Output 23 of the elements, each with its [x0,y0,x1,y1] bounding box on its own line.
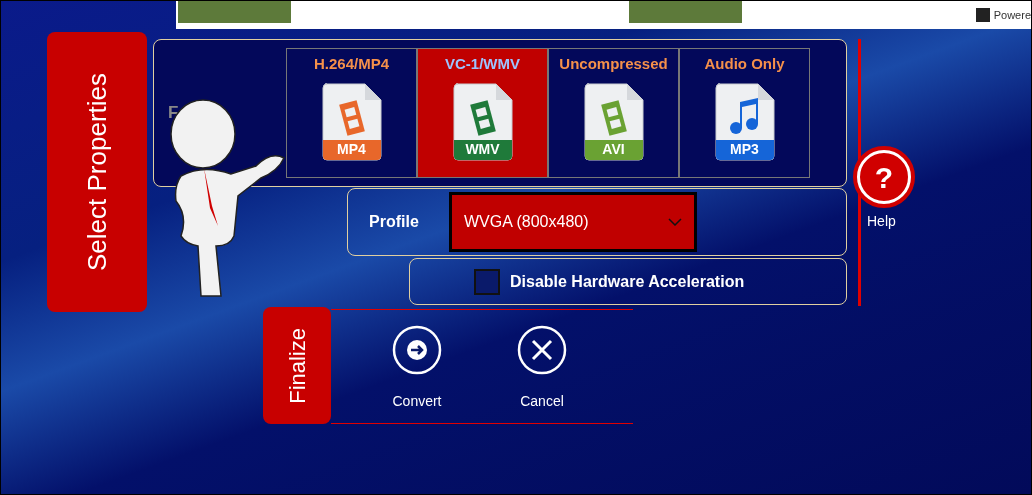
checkbox-label: Disable Hardware Acceleration [510,271,745,292]
ad-banner[interactable]: Powere [176,1,1031,29]
cancel-button[interactable]: Cancel [502,325,582,412]
format-option[interactable]: H.264/MP4 MP4 [286,48,417,178]
profile-label: Profile [369,212,420,232]
format-badge-label: MP4 [336,139,367,159]
help-label: Help [867,212,896,231]
format-badge-label: AVI [601,139,626,159]
profile-dropdown[interactable]: WVGA (800x480) [449,192,697,252]
format-option[interactable]: VC-1/WMV WMV [417,48,548,178]
powered-logo-icon [975,8,990,22]
close-icon [517,325,567,375]
help-button[interactable]: ? [853,146,915,208]
format-badge-label: MP3 [729,139,760,159]
format-option[interactable]: Audio Only MP3 [679,48,810,178]
format-badge-label: WMV [464,139,501,159]
format-option[interactable]: Uncompressed AVI [548,48,679,178]
convert-button[interactable]: Convert [377,325,457,412]
powered-text: Powere [993,7,1031,23]
caret-icon [668,218,682,226]
format-label: F [168,102,180,125]
arrow-circle-icon [392,325,442,375]
checkbox[interactable] [474,268,500,295]
